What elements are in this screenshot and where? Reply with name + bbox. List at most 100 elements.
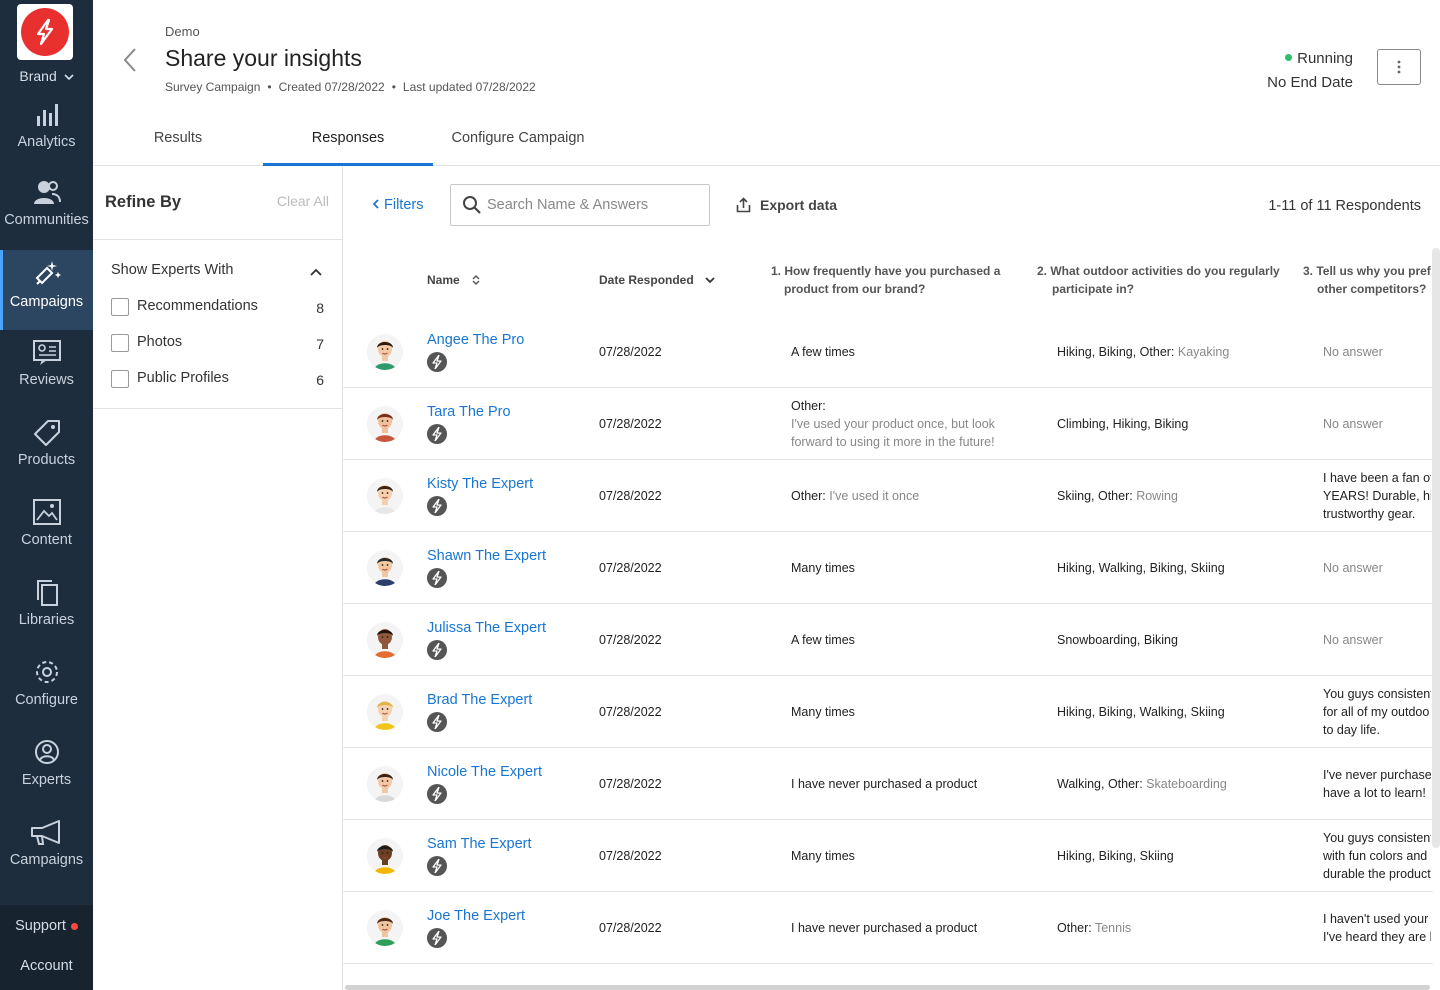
- filter-photos[interactable]: Photos 7: [111, 332, 327, 354]
- avatar-illustration: [367, 406, 403, 442]
- expert-name-link[interactable]: Brad The Expert: [427, 692, 532, 708]
- table-row[interactable]: Sam The Expert 07/28/2022 Many times Hik…: [343, 820, 1433, 892]
- filter-label: Photos: [137, 334, 183, 350]
- avatar[interactable]: [367, 622, 403, 658]
- tag-icon: [33, 420, 60, 446]
- table-row[interactable]: Tara The Pro 07/28/2022 Other: I've used …: [343, 388, 1433, 460]
- date-responded: 07/28/2022: [599, 705, 662, 719]
- sidebar: Brand Analytics Communities Campaigns Re…: [0, 0, 93, 990]
- expert-name-link[interactable]: Kisty The Expert: [427, 476, 533, 492]
- expert-name-link[interactable]: Tara The Pro: [427, 404, 511, 420]
- answer-q1: A few times: [791, 631, 855, 649]
- sidebar-item-communities[interactable]: Communities: [0, 176, 93, 256]
- checkbox[interactable]: [111, 298, 129, 316]
- sidebar-item-libraries[interactable]: Libraries: [0, 576, 93, 656]
- filters-toggle[interactable]: Filters: [372, 197, 423, 213]
- sidebar-item-experts[interactable]: Experts: [0, 736, 93, 816]
- sidebar-item-label: Configure: [15, 692, 78, 708]
- table-row[interactable]: Shawn The Expert 07/28/2022 Many times H…: [343, 532, 1433, 604]
- expert-name-link[interactable]: Joe The Expert: [427, 908, 525, 924]
- filter-recommendations[interactable]: Recommendations 8: [111, 296, 327, 318]
- checkbox[interactable]: [111, 334, 129, 352]
- bar-chart-icon: [36, 104, 58, 126]
- avatar[interactable]: [367, 334, 403, 370]
- horizontal-scrollbar[interactable]: [345, 985, 1430, 990]
- avatar[interactable]: [367, 766, 403, 802]
- created-date: Created 07/28/2022: [278, 80, 385, 94]
- support-label: Support: [15, 918, 66, 934]
- lightning-badge-icon: [427, 424, 447, 444]
- show-experts-section-title[interactable]: Show Experts With: [111, 262, 234, 278]
- expert-name-link[interactable]: Julissa The Expert: [427, 620, 546, 636]
- breadcrumb[interactable]: Demo: [165, 24, 200, 39]
- campaign-type: Survey Campaign: [165, 80, 261, 94]
- answer-q2: Other: Tennis: [1057, 919, 1131, 937]
- table-row[interactable]: Nicole The Expert 07/28/2022 I have neve…: [343, 748, 1433, 820]
- lightning-badge-icon: [427, 784, 447, 804]
- answer-line: have a lot to learn!: [1323, 786, 1426, 800]
- answer-line: Snowboarding, Biking: [1057, 633, 1178, 647]
- sidebar-item-campaigns[interactable]: Campaigns: [0, 250, 93, 330]
- avatar[interactable]: [367, 838, 403, 874]
- answer-line: for all of my outdoo: [1323, 705, 1430, 719]
- answer-line: trustworthy gear.: [1323, 507, 1416, 521]
- header-line: participate in?: [1052, 282, 1135, 296]
- filter-public-profiles[interactable]: Public Profiles 6: [111, 368, 327, 390]
- tab-configure-campaign[interactable]: Configure Campaign: [443, 118, 593, 166]
- avatar[interactable]: [367, 910, 403, 946]
- answer-q3: You guys consistent with fun colors and du…: [1323, 829, 1431, 883]
- column-header-date[interactable]: Date Responded: [599, 273, 715, 287]
- table-row[interactable]: Angee The Pro 07/28/2022 A few times Hik…: [343, 316, 1433, 388]
- more-options-button[interactable]: [1377, 49, 1421, 85]
- expert-name-link[interactable]: Shawn The Expert: [427, 548, 546, 564]
- back-button[interactable]: [121, 46, 139, 79]
- answer-q2: Hiking, Biking, Walking, Skiing: [1057, 703, 1225, 721]
- answer-q1: Many times: [791, 703, 855, 721]
- search-box[interactable]: [450, 184, 710, 226]
- table-row[interactable]: Brad The Expert 07/28/2022 Many times Hi…: [343, 676, 1433, 748]
- column-header-name[interactable]: Name: [427, 273, 481, 287]
- campaign-meta: Survey Campaign • Created 07/28/2022 • Last …: [165, 80, 536, 94]
- answer-line: I have been a fan of: [1323, 471, 1431, 485]
- table-row[interactable]: Kisty The Expert 07/28/2022 Other: I've …: [343, 460, 1433, 532]
- support-link[interactable]: Support: [0, 918, 93, 934]
- brand-logo[interactable]: [17, 4, 73, 60]
- sidebar-item-campaigns-2[interactable]: Campaigns: [0, 816, 93, 896]
- sidebar-item-analytics[interactable]: Analytics: [0, 96, 93, 176]
- account-link[interactable]: Account: [0, 958, 93, 974]
- answer-line: Other:: [791, 399, 826, 413]
- user-circle-icon: [34, 740, 59, 764]
- sidebar-item-products[interactable]: Products: [0, 416, 93, 496]
- collapse-section-button[interactable]: [310, 263, 322, 281]
- date-responded: 07/28/2022: [599, 345, 662, 359]
- vertical-scrollbar[interactable]: [1432, 248, 1440, 848]
- table-row[interactable]: Julissa The Expert 07/28/2022 A few time…: [343, 604, 1433, 676]
- sidebar-item-configure[interactable]: Configure: [0, 656, 93, 736]
- answer-line: Hiking, Walking, Biking, Skiing: [1057, 561, 1225, 575]
- search-input[interactable]: [487, 194, 702, 216]
- export-data-button[interactable]: Export data: [736, 197, 837, 213]
- date-responded: 07/28/2022: [599, 417, 662, 431]
- answer-line: Skiing, Other: Rowing: [1057, 489, 1178, 503]
- answer-q3: I have been a fan of YEARS! Durable, hig t…: [1323, 469, 1431, 523]
- lightning-badge-icon: [427, 640, 447, 660]
- expert-name-link[interactable]: Angee The Pro: [427, 332, 524, 348]
- lightning-badge-icon: [427, 568, 447, 588]
- clear-all-button[interactable]: Clear All: [277, 193, 329, 209]
- tab-responses[interactable]: Responses: [263, 118, 433, 166]
- brand-switcher[interactable]: Brand: [0, 68, 93, 84]
- answer-line: You guys consistent: [1323, 831, 1431, 845]
- avatar[interactable]: [367, 550, 403, 586]
- avatar[interactable]: [367, 478, 403, 514]
- expert-name-link[interactable]: Nicole The Expert: [427, 764, 542, 780]
- avatar[interactable]: [367, 694, 403, 730]
- table-row[interactable]: Joe The Expert 07/28/2022 I have never p…: [343, 892, 1433, 964]
- sidebar-item-content[interactable]: Content: [0, 496, 93, 576]
- expert-name-link[interactable]: Sam The Expert: [427, 836, 532, 852]
- brand-label: Brand: [19, 68, 57, 84]
- sidebar-item-reviews[interactable]: Reviews: [0, 336, 93, 416]
- answer-q2: Skiing, Other: Rowing: [1057, 487, 1178, 505]
- avatar[interactable]: [367, 406, 403, 442]
- checkbox[interactable]: [111, 370, 129, 388]
- tab-results[interactable]: Results: [123, 118, 233, 166]
